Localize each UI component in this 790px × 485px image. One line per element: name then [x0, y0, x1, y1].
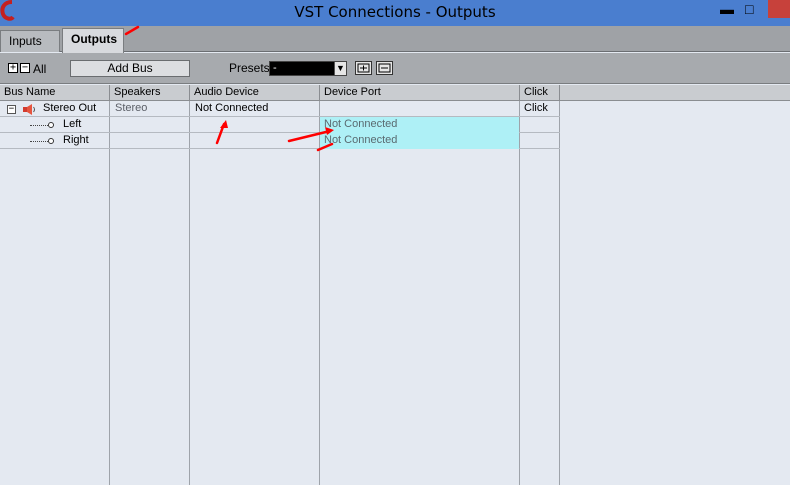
collapse-all-icon[interactable]: −	[20, 63, 30, 73]
maximize-button[interactable]: □	[745, 2, 761, 18]
dropdown-arrow-icon[interactable]: ▼	[334, 62, 346, 75]
column-divider	[319, 101, 320, 485]
store-preset-icon[interactable]	[355, 61, 372, 75]
table-row-right[interactable]: Right Not Connected	[0, 133, 560, 149]
column-header-audio-device[interactable]: Audio Device	[190, 85, 320, 101]
minimize-button[interactable]: ▬	[720, 2, 734, 18]
speakers-cell[interactable]	[111, 133, 189, 149]
audio-device-cell[interactable]	[191, 133, 319, 149]
expand-all-icon[interactable]: +	[8, 63, 18, 73]
connections-grid: − Stereo Out Stereo Not Connected Click …	[0, 101, 790, 485]
presets-dropdown[interactable]: - ▼	[269, 61, 347, 76]
add-bus-button[interactable]: Add Bus	[70, 60, 190, 77]
window-title: VST Connections - Outputs	[294, 3, 496, 21]
column-divider	[559, 101, 560, 485]
channel-icon	[48, 122, 54, 128]
column-header-device-port[interactable]: Device Port	[320, 85, 520, 101]
tree-connector	[30, 125, 48, 126]
speaker-icon	[23, 104, 35, 115]
all-label: All	[33, 62, 47, 76]
click-cell[interactable]	[520, 133, 559, 149]
bus-name-cell[interactable]: Right	[59, 133, 109, 149]
close-button[interactable]	[768, 0, 790, 18]
column-header-bus-name[interactable]: Bus Name	[0, 85, 110, 101]
tab-outputs[interactable]: Outputs	[62, 28, 124, 53]
column-divider	[109, 101, 110, 485]
speakers-cell[interactable]: Stereo	[111, 101, 189, 117]
speakers-cell[interactable]	[111, 117, 189, 133]
remove-preset-icon[interactable]	[376, 61, 393, 75]
column-divider	[519, 101, 520, 485]
bus-name-cell[interactable]: Stereo Out	[39, 101, 109, 117]
device-port-cell[interactable]: Not Connected	[320, 133, 519, 149]
device-port-cell[interactable]	[320, 101, 519, 117]
channel-icon	[48, 138, 54, 144]
column-header-click[interactable]: Click	[520, 85, 560, 101]
click-cell[interactable]	[520, 117, 559, 133]
collapse-tree-icon[interactable]: −	[7, 105, 16, 114]
audio-device-cell[interactable]: Not Connected	[191, 101, 319, 117]
title-bar: VST Connections - Outputs ▬ □	[0, 0, 790, 26]
column-header-row: Bus Name Speakers Audio Device Device Po…	[0, 85, 790, 101]
audio-device-cell[interactable]	[191, 117, 319, 133]
tab-inputs[interactable]: Inputs	[0, 30, 60, 52]
click-cell[interactable]: Click	[520, 101, 559, 117]
bus-name-cell[interactable]: Left	[59, 117, 109, 133]
tab-bar: Inputs Outputs	[0, 26, 790, 53]
presets-label: Presets	[229, 61, 270, 75]
column-header-speakers[interactable]: Speakers	[110, 85, 190, 101]
table-row-left[interactable]: Left Not Connected	[0, 117, 560, 133]
column-divider	[189, 101, 190, 485]
table-row-stereo-out[interactable]: − Stereo Out Stereo Not Connected Click	[0, 101, 560, 117]
toolbar: + − All Add Bus Presets - ▼	[0, 53, 790, 84]
device-port-cell[interactable]: Not Connected	[320, 117, 519, 133]
tree-connector	[30, 141, 48, 142]
presets-value: -	[273, 62, 277, 74]
